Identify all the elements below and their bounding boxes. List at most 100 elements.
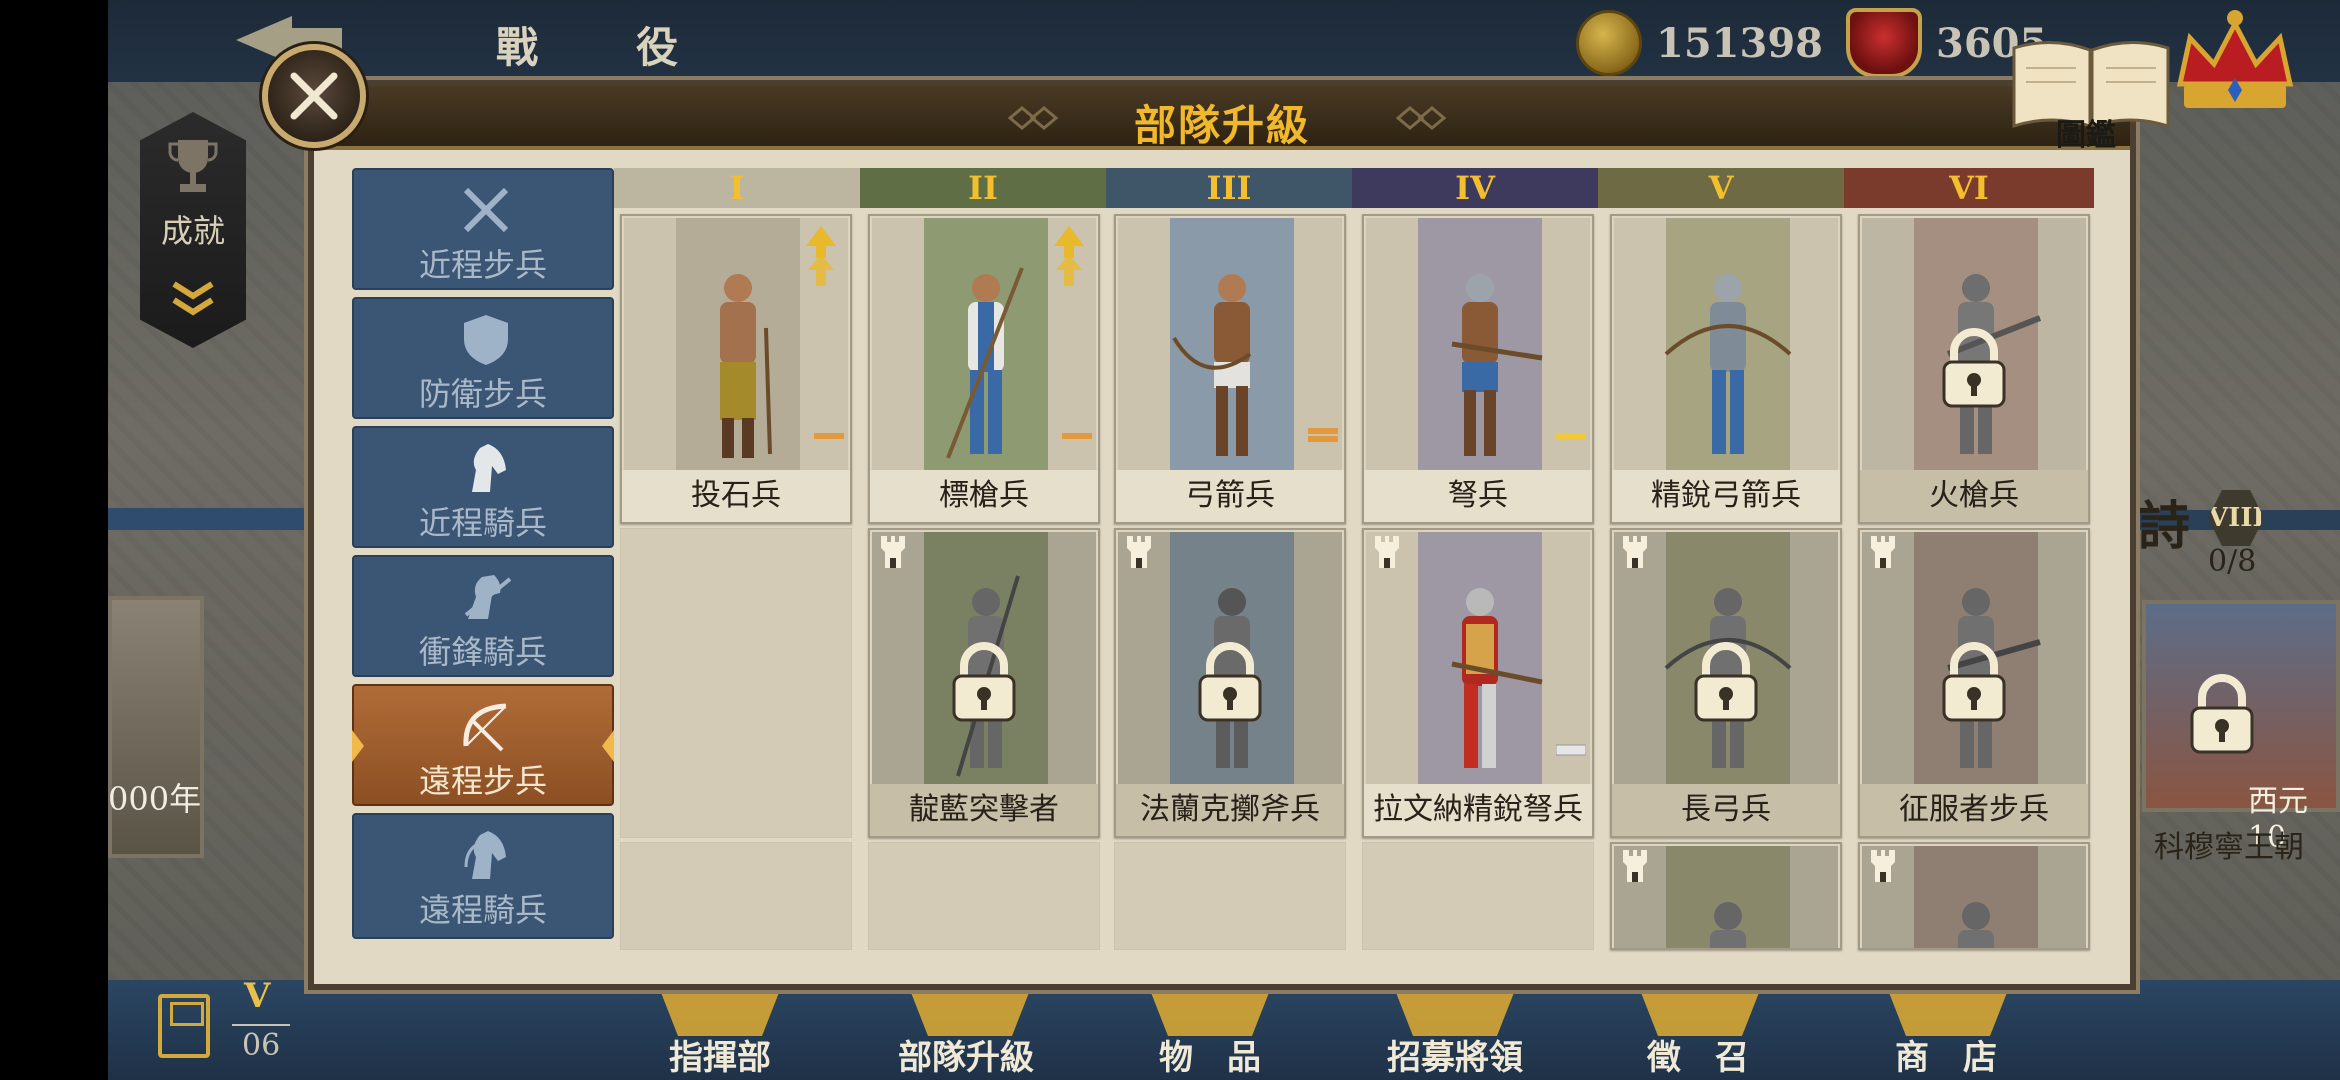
empty-slot	[620, 842, 852, 950]
category-defensive-infantry[interactable]: 防衛步兵	[352, 297, 614, 419]
upgrade-arrow-icon[interactable]	[1052, 224, 1086, 288]
nav-conscript[interactable]: 徵 召	[1598, 1030, 1798, 1079]
save-divider	[232, 1024, 290, 1026]
nav-headquarters[interactable]: 指揮部	[620, 1030, 820, 1079]
rank-tag-icon	[1556, 744, 1586, 756]
lock-icon	[1694, 642, 1758, 722]
tier-header-2: II	[860, 168, 1106, 208]
tower-icon	[1623, 850, 1647, 882]
elite-archer-figure-icon	[1664, 274, 1792, 454]
selected-right-arrow-icon	[602, 730, 614, 762]
gold-coin-icon	[1576, 10, 1642, 76]
era-progress: 0/8	[2208, 544, 2257, 579]
nav-recruit-generals[interactable]: 招募將領	[1355, 1030, 1555, 1079]
unit-name: 法蘭克擲斧兵	[1116, 784, 1344, 836]
unit-card-conquistador-infantry[interactable]: 征服者步兵	[1858, 528, 2090, 838]
javelineer-figure-icon	[946, 267, 1024, 459]
tier-header-3: III	[1106, 168, 1352, 208]
era-dynasty-name: 科穆寧王朝	[2154, 830, 2304, 865]
dialog-header: 部隊升級	[314, 86, 2130, 150]
rank-tag-icon	[1556, 433, 1586, 439]
tower-icon	[1127, 536, 1151, 568]
unit-name: 拉文納精銳弩兵	[1364, 784, 1592, 836]
category-label: 遠程騎兵	[418, 891, 547, 929]
unit-card-indigo-raider[interactable]: 靛藍突擊者	[868, 528, 1100, 838]
tower-icon	[881, 536, 905, 568]
lock-icon	[1942, 642, 2006, 722]
unit-name: 火槍兵	[1860, 470, 2088, 522]
gold-counter: 151398	[1576, 8, 1823, 78]
unit-card-slinger[interactable]: 投石兵	[620, 214, 852, 524]
tier-header-5: V	[1598, 168, 1844, 208]
lock-icon	[952, 642, 1016, 722]
horse-head-icon	[472, 444, 506, 492]
unit-name: 弩兵	[1364, 470, 1592, 522]
codex-button[interactable]: 圖鑑	[2006, 34, 2176, 153]
unit-card-frankish-axe-thrower[interactable]: 法蘭克擲斧兵	[1114, 528, 1346, 838]
unit-name: 弓箭兵	[1116, 470, 1344, 522]
horse-archer-icon	[464, 831, 506, 879]
close-button[interactable]	[262, 44, 366, 148]
selected-left-arrow-icon	[352, 730, 364, 762]
save-icon[interactable]	[158, 994, 210, 1058]
category-charge-cavalry[interactable]: 衝鋒騎兵	[352, 555, 614, 677]
empty-slot	[1114, 842, 1346, 950]
unit-card-elite-archer[interactable]: 精銳弓箭兵	[1610, 214, 1842, 524]
lock-icon	[1198, 642, 1262, 722]
unit-card-archer[interactable]: 弓箭兵	[1114, 214, 1346, 524]
dialog-title: 部隊升級	[1133, 101, 1310, 150]
unit-name: 長弓兵	[1612, 784, 1840, 836]
era-year-left: 000年	[108, 780, 202, 818]
unit-card-javelineer[interactable]: 標槍兵	[868, 214, 1100, 524]
unit-name: 靛藍突擊者	[870, 784, 1098, 836]
bow-icon	[463, 703, 507, 752]
unit-card-row3-partial[interactable]	[1858, 842, 2090, 950]
crossbowman-figure-icon	[1451, 274, 1543, 456]
lock-icon	[1942, 328, 2006, 408]
gold-value: 151398	[1656, 19, 1823, 67]
nav-shop[interactable]: 商 店	[1846, 1030, 2046, 1079]
chevron-down-icon[interactable]	[168, 272, 218, 322]
crest-icon	[1846, 8, 1922, 78]
category-melee-cavalry[interactable]: 近程騎兵	[352, 426, 614, 548]
era-title-char: 詩	[2138, 496, 2191, 557]
nav-unit-upgrade[interactable]: 部隊升級	[866, 1030, 1066, 1079]
category-melee-infantry[interactable]: 近程步兵	[352, 168, 614, 290]
letterbox	[0, 0, 108, 1080]
tower-icon	[1871, 536, 1895, 568]
unit-card-crossbowman[interactable]: 弩兵	[1362, 214, 1594, 524]
unit-name: 精銳弓箭兵	[1612, 470, 1840, 522]
unit-portrait	[1614, 218, 1838, 470]
unit-card-row3-partial[interactable]	[1610, 842, 1842, 950]
unit-card-longbowman[interactable]: 長弓兵	[1610, 528, 1842, 838]
rank-tag-icon	[1308, 428, 1338, 442]
achievements-panel[interactable]: 成就	[140, 112, 246, 348]
unit-name: 標槍兵	[870, 470, 1098, 522]
soldier-figure-icon	[1958, 902, 1994, 948]
tier-header-6: VI	[1844, 168, 2094, 208]
unit-card-musketeer[interactable]: 火槍兵	[1858, 214, 2090, 524]
slinger-figure-icon	[720, 274, 772, 458]
page-title: 戰 役	[496, 23, 707, 72]
category-label: 防衛步兵	[418, 375, 547, 413]
charging-horse-icon	[464, 575, 512, 619]
tower-icon	[1375, 536, 1399, 568]
empty-slot	[1362, 842, 1594, 950]
category-ranged-infantry[interactable]: 遠程步兵	[352, 684, 614, 806]
category-label: 近程騎兵	[418, 504, 547, 542]
map-strip	[108, 508, 308, 530]
unit-card-ravenna-elite-crossbowman[interactable]: 拉文納精銳弩兵	[1362, 528, 1594, 838]
unit-name: 征服者步兵	[1860, 784, 2088, 836]
soldier-figure-icon	[1710, 902, 1746, 948]
rank-tag-icon	[814, 433, 844, 439]
category-label: 近程步兵	[418, 246, 547, 284]
tier-header-1: I	[614, 168, 860, 208]
crossed-swords-icon	[463, 187, 509, 233]
crown-icon[interactable]	[2170, 4, 2300, 114]
trophy-icon	[168, 140, 218, 192]
category-ranged-cavalry[interactable]: 遠程騎兵	[352, 813, 614, 939]
nav-items[interactable]: 物 品	[1110, 1030, 1310, 1079]
save-slot-roman: V	[244, 976, 271, 1016]
upgrade-arrow-icon[interactable]	[804, 224, 838, 288]
close-icon	[290, 72, 338, 120]
